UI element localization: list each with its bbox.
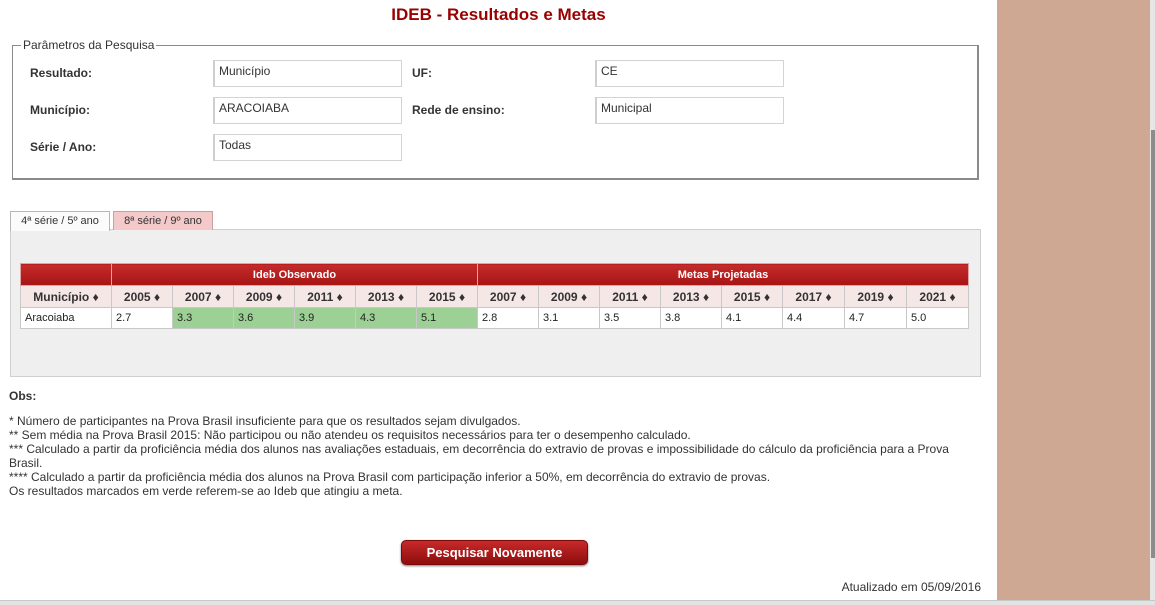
col-header-observado-2007[interactable]: 2007 ♦ — [172, 285, 234, 308]
col-header-meta-2017[interactable]: 2017 ♦ — [782, 285, 845, 308]
serie-field[interactable]: Todas — [213, 134, 402, 161]
sort-icon: ♦ — [887, 289, 894, 304]
serie-label: Série / Ano: — [30, 140, 97, 154]
uf-label: UF: — [412, 66, 432, 80]
col-header-label: 2011 — [307, 289, 334, 304]
sort-icon: ♦ — [825, 289, 832, 304]
sort-icon: ♦ — [336, 289, 343, 304]
col-header-label: 2011 — [612, 289, 639, 304]
col-header-meta-2009[interactable]: 2009 ♦ — [538, 285, 600, 308]
col-header-label: 2007 — [184, 289, 212, 304]
col-header-meta-2007[interactable]: 2007 ♦ — [477, 285, 539, 308]
sort-icon: ♦ — [214, 289, 222, 304]
cell-observado-2005: 2.7 — [111, 307, 173, 329]
updated-date: Atualizado em 05/09/2016 — [841, 580, 981, 594]
obs-note: *** Calculado a partir da proficiência m… — [9, 442, 949, 470]
col-header-observado-2009[interactable]: 2009 ♦ — [233, 285, 295, 308]
col-header-observado-2013[interactable]: 2013 ♦ — [355, 285, 417, 308]
municipio-field[interactable]: ARACOIABA — [213, 97, 402, 124]
col-header-label: 2019 — [857, 289, 885, 304]
cell-meta-2015: 4.1 — [721, 307, 783, 329]
col-header-label: Município — [33, 289, 90, 304]
obs-note: * Número de participantes na Prova Brasi… — [9, 414, 521, 428]
bottom-status-bar — [0, 600, 1155, 605]
tab-4a-serie[interactable]: 4ª série / 5º ano — [10, 211, 110, 231]
col-header-meta-2011[interactable]: 2011 ♦ — [599, 285, 661, 308]
col-header-label: 2017 — [795, 289, 823, 304]
cell-municipio: Aracoiaba — [20, 307, 112, 329]
table-group-header-row: Ideb Observado Metas Projetadas — [20, 263, 969, 286]
col-header-meta-2015[interactable]: 2015 ♦ — [721, 285, 783, 308]
cell-observado-2007: 3.3 — [172, 307, 234, 329]
cell-observado-2011: 3.9 — [294, 307, 356, 329]
metas-projetadas-header: Metas Projetadas — [477, 263, 969, 286]
search-parameters-legend: Parâmetros da Pesquisa — [23, 38, 155, 52]
cell-meta-2007: 2.8 — [477, 307, 539, 329]
side-panel — [997, 0, 1152, 600]
obs-note: **** Calculado a partir da proficiência … — [9, 470, 771, 484]
scrollbar-thumb[interactable] — [1151, 130, 1155, 558]
col-header-label: 2007 — [489, 289, 517, 304]
cell-meta-2017: 4.4 — [782, 307, 845, 329]
sort-icon: ♦ — [275, 289, 283, 304]
sort-icon: ♦ — [641, 289, 648, 304]
col-header-meta-2013[interactable]: 2013 ♦ — [660, 285, 722, 308]
sort-icon: ♦ — [519, 289, 527, 304]
cell-meta-2011: 3.5 — [599, 307, 661, 329]
col-header-label: 2021 — [919, 289, 947, 304]
table-row: Aracoiaba 2.7 3.3 3.6 3.9 4.3 5.1 2.8 3.1 3.5 3.8… — [20, 307, 969, 329]
col-header-label: 2015 — [733, 289, 761, 304]
obs-note: ** Sem média na Prova Brasil 2015: Não p… — [9, 428, 691, 442]
sort-icon: ♦ — [458, 289, 466, 304]
page-content: IDEB - Resultados e Metas Parâmetros da … — [0, 0, 997, 600]
col-header-label: 2009 — [550, 289, 578, 304]
cell-meta-2019: 4.7 — [844, 307, 907, 329]
col-header-observado-2011[interactable]: 2011 ♦ — [294, 285, 356, 308]
col-header-meta-2021[interactable]: 2021 ♦ — [906, 285, 969, 308]
rede-field[interactable]: Municipal — [595, 97, 784, 124]
obs-note: Os resultados marcados em verde referem-… — [9, 484, 403, 498]
rede-label: Rede de ensino: — [412, 103, 505, 117]
obs-title: Obs: — [9, 389, 37, 403]
resultado-field[interactable]: Município — [213, 60, 402, 87]
table-column-header-row: Município ♦ 2005 ♦ 2007 ♦ 2009 ♦ 2011 ♦ 2013… — [20, 285, 969, 308]
resultado-label: Resultado: — [30, 66, 93, 80]
sort-icon: ♦ — [153, 289, 161, 304]
tab-8a-serie[interactable]: 8ª série / 9º ano — [113, 211, 213, 230]
ideb-observado-header: Ideb Observado — [111, 263, 478, 286]
cell-observado-2015: 5.1 — [416, 307, 478, 329]
uf-field[interactable]: CE — [595, 60, 784, 87]
col-header-label: 2005 — [123, 289, 151, 304]
col-header-meta-2019[interactable]: 2019 ♦ — [844, 285, 907, 308]
col-header-observado-2005[interactable]: 2005 ♦ — [111, 285, 173, 308]
ideb-results-table: Ideb Observado Metas Projetadas Municípi… — [20, 263, 969, 329]
col-header-observado-2015[interactable]: 2015 ♦ — [416, 285, 478, 308]
obs-notes: * Número de participantes na Prova Brasi… — [9, 414, 984, 498]
col-header-label: 2015 — [428, 289, 456, 304]
sort-icon: ♦ — [949, 289, 956, 304]
cell-observado-2009: 3.6 — [233, 307, 295, 329]
cell-meta-2021: 5.0 — [906, 307, 969, 329]
municipio-label: Município: — [30, 103, 90, 117]
sort-icon: ♦ — [763, 289, 771, 304]
cell-meta-2009: 3.1 — [538, 307, 600, 329]
sort-icon: ♦ — [580, 289, 588, 304]
col-header-label: 2009 — [245, 289, 273, 304]
col-header-label: 2013 — [367, 289, 395, 304]
sort-icon: ♦ — [702, 289, 710, 304]
page-title: IDEB - Resultados e Metas — [391, 5, 606, 24]
cell-meta-2013: 3.8 — [660, 307, 722, 329]
empty-group-cell — [20, 263, 112, 286]
col-header-label: 2013 — [672, 289, 700, 304]
sort-icon: ♦ — [92, 289, 99, 304]
sort-icon: ♦ — [397, 289, 405, 304]
col-header-municipio[interactable]: Município ♦ — [20, 285, 112, 308]
cell-observado-2013: 4.3 — [355, 307, 417, 329]
search-again-button[interactable]: Pesquisar Novamente — [401, 540, 588, 565]
